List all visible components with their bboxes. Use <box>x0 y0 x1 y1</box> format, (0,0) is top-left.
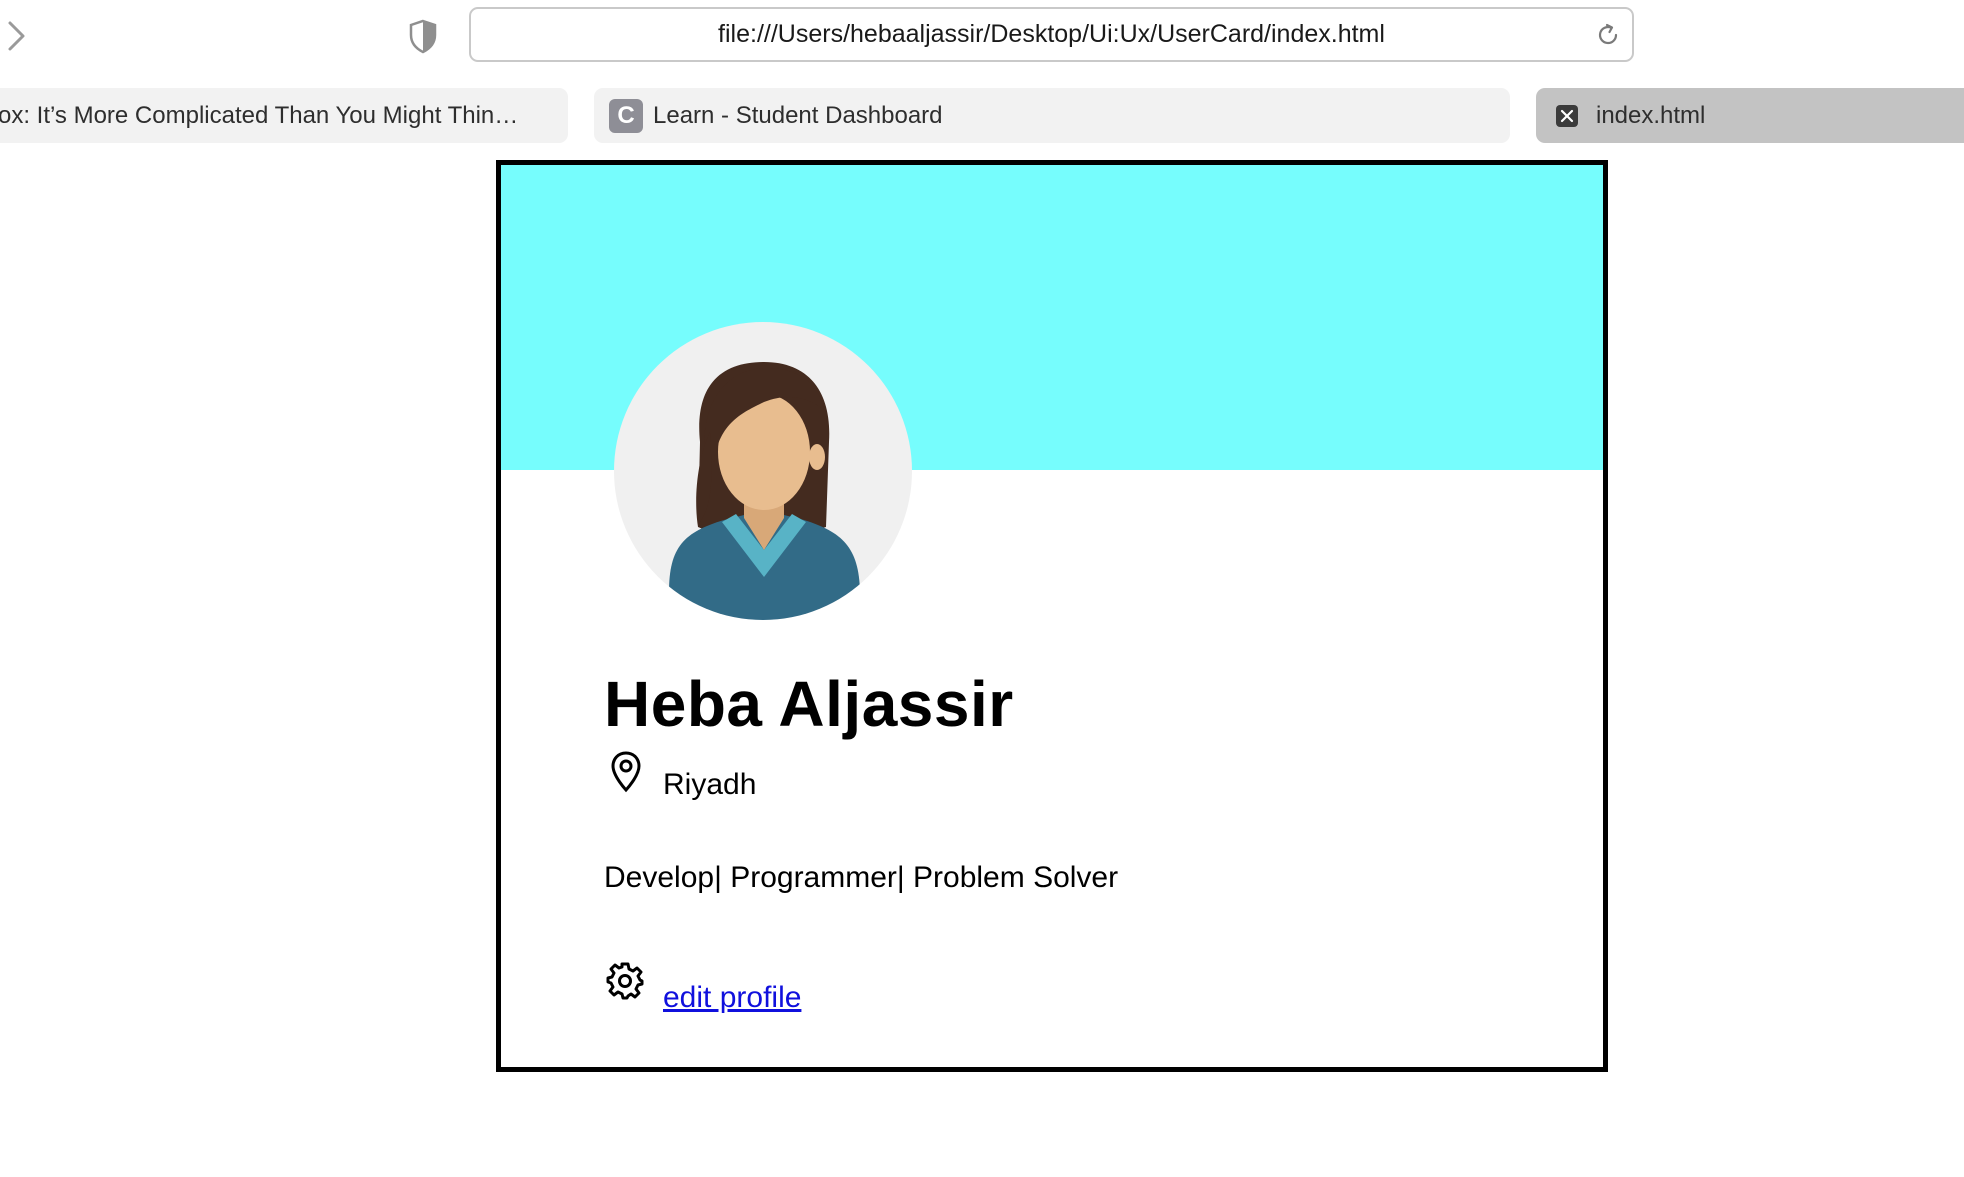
location-pin-icon <box>611 751 641 793</box>
close-icon <box>1560 109 1574 122</box>
chevron-right-icon <box>8 21 25 51</box>
location-row: Riyadh <box>609 750 756 801</box>
tab-label: ox: It’s More Complicated Than You Might… <box>0 101 519 129</box>
tab-article[interactable]: ox: It’s More Complicated Than You Might… <box>0 88 568 143</box>
tab-close-button[interactable] <box>1556 104 1578 127</box>
address-bar[interactable]: file:///Users/hebaaljassir/Desktop/Ui:Ux… <box>469 7 1634 62</box>
location-text: Riyadh <box>663 768 757 801</box>
privacy-shield-button[interactable] <box>407 18 439 54</box>
user-name: Heba Aljassir <box>604 668 1014 740</box>
browser-toolbar: file:///Users/hebaaljassir/Desktop/Ui:Ux… <box>0 0 1964 150</box>
url-text: file:///Users/hebaaljassir/Desktop/Ui:Ux… <box>718 20 1385 48</box>
avatar <box>614 322 912 620</box>
reload-button[interactable] <box>1594 21 1622 49</box>
shield-icon <box>409 19 437 54</box>
gear-icon <box>606 962 644 1000</box>
woman-avatar-icon <box>669 362 860 620</box>
tab-student-dashboard[interactable]: C Learn - Student Dashboard <box>594 88 1510 143</box>
tab-index-html[interactable]: index.html <box>1536 88 1964 143</box>
user-bio: Develop| Programmer| Problem Solver <box>604 861 1119 894</box>
tab-label: index.html <box>1596 101 1706 129</box>
edit-profile-link[interactable]: edit profile <box>663 981 801 1015</box>
edit-profile-row: edit profile <box>605 961 801 1014</box>
tab-label: Learn - Student Dashboard <box>653 101 943 129</box>
forward-button[interactable] <box>4 18 32 54</box>
reload-icon <box>1598 23 1618 45</box>
tab-favicon-icon: C <box>609 98 643 133</box>
user-card: Heba Aljassir Riyadh Develop| Programmer… <box>496 160 1608 1072</box>
